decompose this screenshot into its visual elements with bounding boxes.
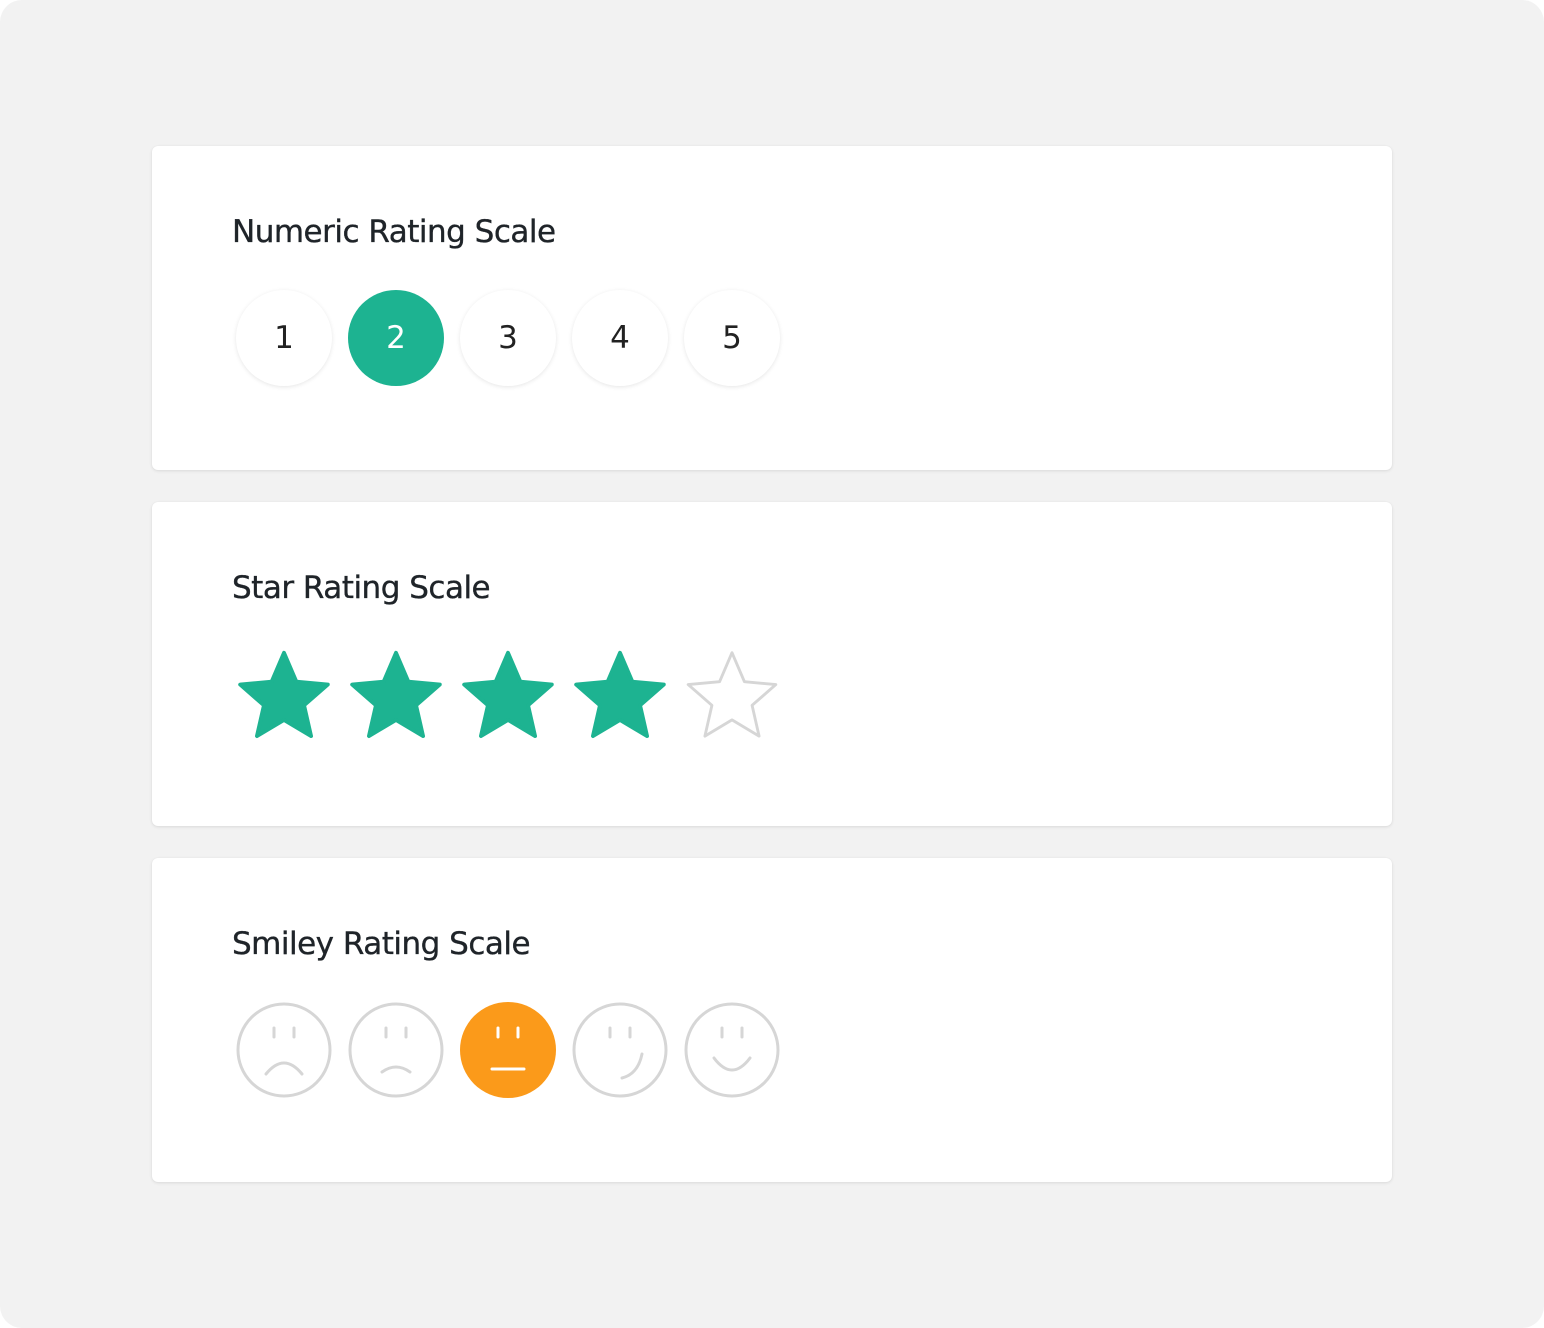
star-rating-title: Star Rating Scale [232, 570, 491, 606]
numeric-rating-title: Numeric Rating Scale [232, 214, 556, 250]
star-filled-icon [238, 650, 330, 738]
smiley-option-4[interactable] [572, 1002, 668, 1098]
numeric-option-3[interactable]: 3 [460, 290, 556, 386]
smiley-rating-title: Smiley Rating Scale [232, 926, 531, 962]
star-option-4[interactable] [572, 646, 668, 742]
star-rating-options [236, 646, 780, 742]
page-background: Numeric Rating Scale 12345 Star Rating S… [0, 0, 1544, 1328]
star-option-2[interactable] [348, 646, 444, 742]
smiley-rating-card: Smiley Rating Scale [152, 858, 1392, 1182]
smiley-option-3[interactable] [460, 1002, 556, 1098]
star-option-5[interactable] [684, 646, 780, 742]
smiley-option-2[interactable] [348, 1002, 444, 1098]
smiley-option-5[interactable] [684, 1002, 780, 1098]
star-filled-icon [462, 650, 554, 738]
very-sad-face-icon [236, 1002, 332, 1098]
numeric-option-1[interactable]: 1 [236, 290, 332, 386]
sad-face-icon [348, 1002, 444, 1098]
happy-face-icon [684, 1002, 780, 1098]
star-filled-icon [574, 650, 666, 738]
smiley-rating-options [236, 1002, 780, 1098]
numeric-option-2[interactable]: 2 [348, 290, 444, 386]
numeric-rating-card: Numeric Rating Scale 12345 [152, 146, 1392, 470]
numeric-option-5[interactable]: 5 [684, 290, 780, 386]
star-option-3[interactable] [460, 646, 556, 742]
smiley-option-1[interactable] [236, 1002, 332, 1098]
star-filled-icon [350, 650, 442, 738]
numeric-rating-options: 12345 [236, 290, 780, 386]
neutral-face-icon [460, 1002, 556, 1098]
star-option-1[interactable] [236, 646, 332, 742]
numeric-option-4[interactable]: 4 [572, 290, 668, 386]
star-rating-card: Star Rating Scale [152, 502, 1392, 826]
star-outline-icon [686, 651, 778, 738]
smirk-face-icon [572, 1002, 668, 1098]
